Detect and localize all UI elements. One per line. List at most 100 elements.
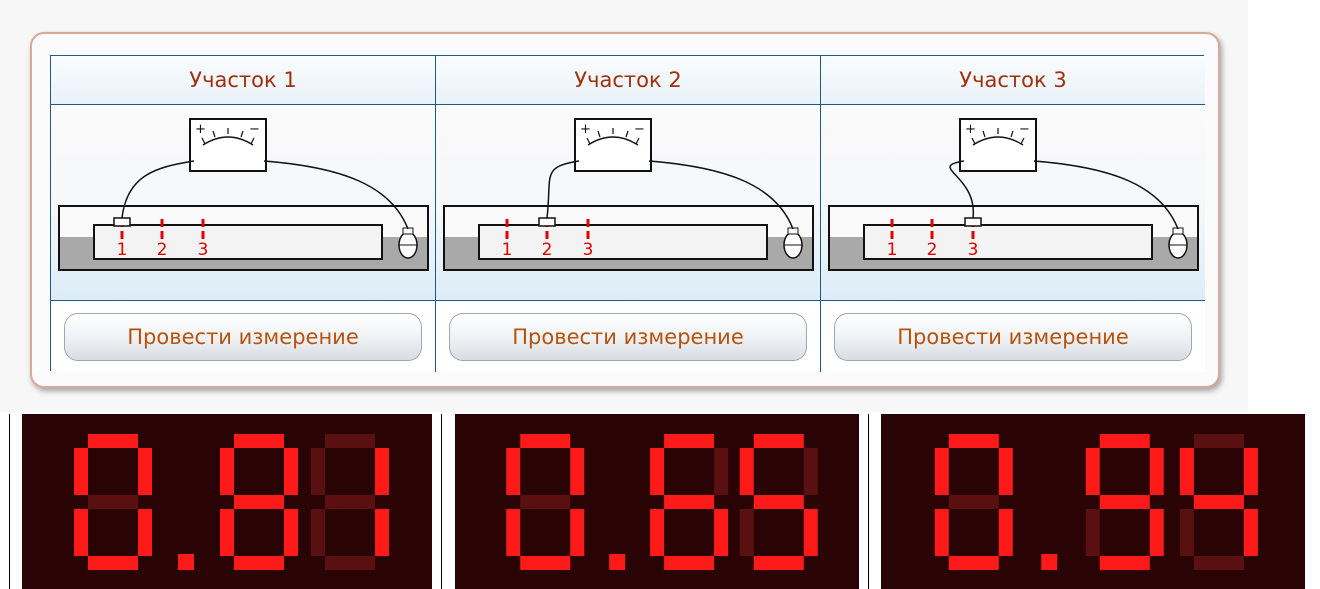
circuit-svg: 1 2 3 + − <box>828 118 1199 271</box>
point-label: 2 <box>542 240 553 260</box>
point-label: 3 <box>968 240 979 260</box>
circuit-svg: 1 2 3 + − <box>443 118 814 271</box>
digit-segment-d <box>325 556 375 570</box>
section-title: Участок 3 <box>959 68 1067 92</box>
digit-segment-d <box>1099 556 1150 570</box>
section-header-2: Участок 2 <box>436 56 821 105</box>
digit-segment-f <box>934 448 949 495</box>
probe-contact <box>538 217 556 227</box>
digit-segment-g <box>664 495 715 509</box>
seven-segment-display <box>881 414 1305 589</box>
digit-segment-g <box>325 495 375 509</box>
digit-segment-b <box>998 448 1013 495</box>
digit-segment-g <box>948 495 999 509</box>
digit-segment-c <box>138 509 152 556</box>
digit-segment-e <box>74 509 88 556</box>
point-label: 1 <box>117 240 128 260</box>
digit-segment-a <box>1193 434 1244 448</box>
decimal-point <box>1041 554 1058 570</box>
digit-segment-f <box>739 448 754 495</box>
digit-segment-d <box>948 556 999 570</box>
digit-segment-g <box>234 495 284 509</box>
digit-segment-d <box>520 556 571 570</box>
digit-segment-a <box>520 434 571 448</box>
digit-segment-c <box>803 509 818 556</box>
digit-segment-c <box>284 509 298 556</box>
digit-segment-b <box>1243 448 1258 495</box>
conductor-bar <box>863 224 1153 260</box>
digit-segment-b <box>803 448 818 495</box>
digit-segment-d <box>664 556 715 570</box>
digit-segment-a <box>325 434 375 448</box>
digit-segment-g <box>1193 495 1244 509</box>
digit-segment-d <box>88 556 138 570</box>
digit-segment-b <box>714 448 729 495</box>
meter-minus-sign: − <box>249 122 260 137</box>
point-label: 1 <box>502 240 513 260</box>
circuit-diagram-2: 1 2 3 + − <box>436 105 821 301</box>
digit-segment-a <box>1099 434 1150 448</box>
meter-plus-sign: + <box>965 122 976 137</box>
digit-segment-f <box>1179 448 1194 495</box>
digit-segment-a <box>234 434 284 448</box>
digit-segment-e <box>739 509 754 556</box>
point-label: 1 <box>887 240 898 260</box>
measure-button-2[interactable]: Провести измерение <box>449 312 807 361</box>
digit-segment-b <box>138 448 152 495</box>
digit-segment-b <box>375 448 389 495</box>
digit-segment-a <box>948 434 999 448</box>
display-border <box>9 414 10 589</box>
digit-segment-c <box>1149 509 1164 556</box>
digit-segment-d <box>1193 556 1244 570</box>
probe-contact <box>964 217 982 227</box>
circuit-diagram-3: 1 2 3 + − <box>821 105 1205 301</box>
section-title: Участок 2 <box>574 68 682 92</box>
digit-segment-e <box>220 509 234 556</box>
digit-segment-b <box>1149 448 1164 495</box>
display-border <box>441 414 442 589</box>
point-label: 3 <box>583 240 594 260</box>
digit-segment-f <box>74 448 88 495</box>
digit-segment-g <box>520 495 571 509</box>
point-label: 2 <box>157 240 168 260</box>
digit-segment-c <box>375 509 389 556</box>
meter-plus-sign: + <box>195 122 206 137</box>
circuit-diagram-1: 1 2 3 + − <box>51 105 436 301</box>
measure-button-1[interactable]: Провести измерение <box>64 312 422 361</box>
digit-segment-e <box>311 509 325 556</box>
digit-segment-e <box>1179 509 1194 556</box>
section-header-3: Участок 3 <box>821 56 1205 105</box>
reading-display-1 <box>22 414 432 589</box>
seven-segment-display <box>455 414 859 589</box>
digit-segment-c <box>570 509 585 556</box>
digit-segment-b <box>284 448 298 495</box>
button-cell-1: Провести измерение <box>51 301 436 372</box>
conductor-bar <box>478 224 768 260</box>
measurement-table: Участок 1 Участок 2 Участок 3 1 2 3 + − 1 2 3 +… <box>50 55 1205 372</box>
point-label: 2 <box>927 240 938 260</box>
meter-minus-sign: − <box>634 122 645 137</box>
section-title: Участок 1 <box>189 68 297 92</box>
digit-segment-f <box>506 448 521 495</box>
display-border <box>868 414 869 589</box>
digit-segment-b <box>570 448 585 495</box>
button-cell-2: Провести измерение <box>436 301 821 372</box>
digit-segment-f <box>650 448 665 495</box>
meter-plus-sign: + <box>580 122 591 137</box>
reading-display-3 <box>881 414 1305 589</box>
digit-segment-d <box>753 556 804 570</box>
point-label: 3 <box>198 240 209 260</box>
digit-segment-e <box>934 509 949 556</box>
digit-segment-a <box>88 434 138 448</box>
digit-segment-g <box>753 495 804 509</box>
digit-segment-g <box>1099 495 1150 509</box>
button-cell-3: Провести измерение <box>821 301 1205 372</box>
decimal-point <box>609 554 626 570</box>
digit-segment-f <box>1085 448 1100 495</box>
probe-contact <box>113 217 131 227</box>
measure-button-3[interactable]: Провести измерение <box>834 312 1192 361</box>
digit-segment-e <box>650 509 665 556</box>
digit-segment-c <box>714 509 729 556</box>
circuit-svg: 1 2 3 + − <box>58 118 429 271</box>
digit-segment-a <box>753 434 804 448</box>
